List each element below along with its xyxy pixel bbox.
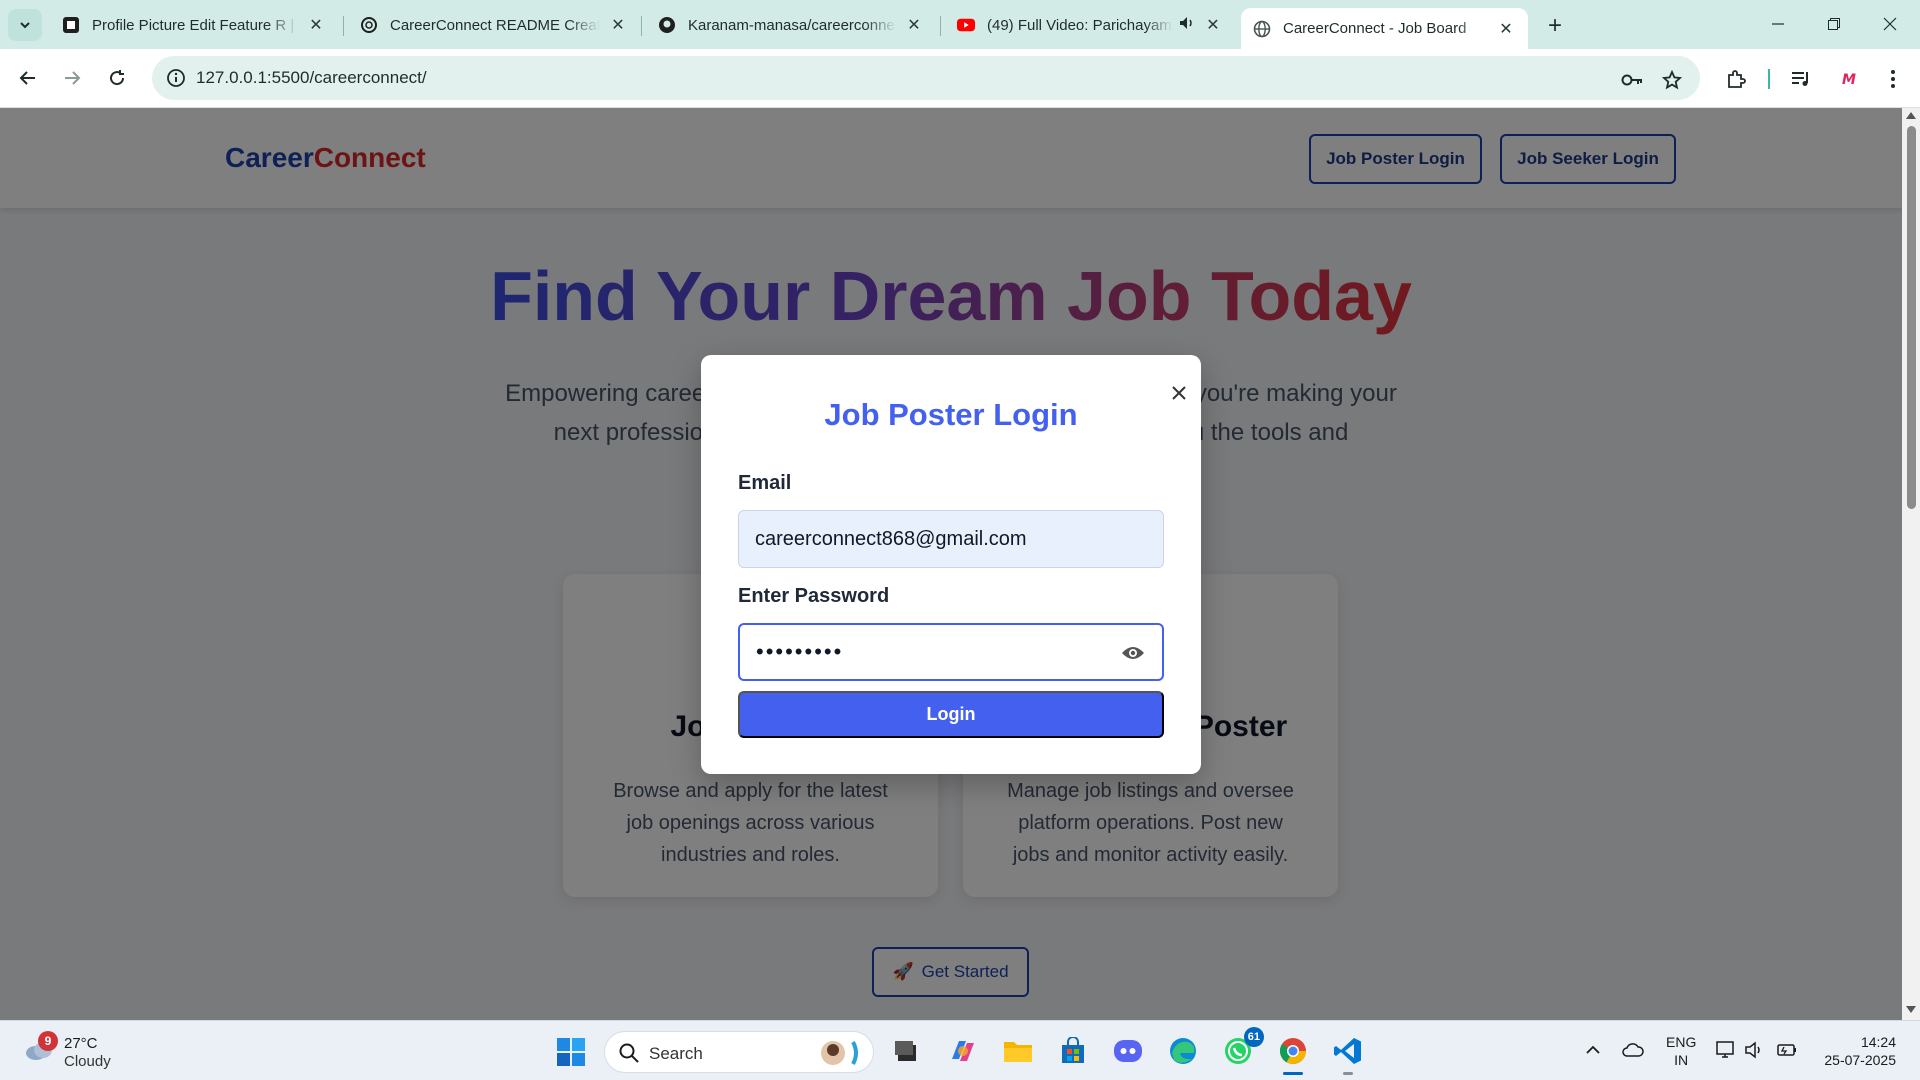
microsoft-store-icon[interactable] [1055, 1033, 1091, 1069]
github-icon [658, 16, 676, 34]
tab-youtube[interactable]: (49) Full Video: Parichayami ✕ [945, 8, 1235, 42]
tab-divider [343, 16, 344, 36]
tab-label: CareerConnect - Job Board [1283, 20, 1467, 37]
password-label: Enter Password [738, 585, 890, 607]
tab-label: CareerConnect README Creatic [390, 16, 600, 34]
tab-label: Profile Picture Edit Feature R | C [92, 16, 298, 34]
page-viewport: CareerConnect Job Poster Login Job Seeke… [0, 108, 1902, 1020]
close-window-button[interactable] [1868, 8, 1912, 40]
back-button[interactable] [12, 62, 44, 94]
search-placeholder: Search [649, 1044, 703, 1063]
taskbar: 9 27°C Cloudy Search 61 ENG IN 14:24 25-… [0, 1020, 1920, 1080]
vscode-icon[interactable] [1330, 1033, 1366, 1075]
language-code: ENG [1666, 1034, 1697, 1050]
job-poster-login-modal: Job Poster Login Email careerconnect868@… [701, 355, 1201, 774]
whatsapp-icon[interactable]: 61 [1220, 1027, 1264, 1069]
arrow-left-icon [19, 71, 35, 85]
svg-text:M: M [1842, 72, 1856, 88]
weather-widget[interactable]: 9 27°C Cloudy [20, 1031, 150, 1073]
tab-search-button[interactable] [8, 9, 42, 41]
site-info-icon[interactable] [166, 68, 186, 88]
system-clock[interactable]: 14:24 25-07-2025 [1816, 1033, 1896, 1069]
close-icon[interactable]: ✕ [1203, 15, 1223, 35]
chatgpt-icon [360, 16, 378, 34]
close-icon[interactable]: ✕ [1496, 19, 1516, 39]
search-highlight-icon [821, 1041, 858, 1065]
tab-divider [940, 16, 941, 36]
eye-icon[interactable] [1120, 643, 1146, 663]
input-language[interactable]: ENG IN [1666, 1033, 1696, 1069]
reload-button[interactable] [101, 62, 133, 94]
region-code: IN [1674, 1052, 1689, 1068]
tab-profile-picture[interactable]: Profile Picture Edit Feature R | C ✕ [50, 8, 338, 42]
login-button[interactable]: Login [738, 691, 1164, 738]
clock-time: 14:24 [1860, 1034, 1896, 1050]
speaker-icon[interactable] [1179, 16, 1195, 34]
tab-label: (49) Full Video: Parichayami [987, 16, 1173, 34]
search-icon [619, 1043, 639, 1063]
onedrive-icon[interactable] [1622, 1039, 1644, 1061]
chevron-down-icon [20, 22, 30, 29]
battery-icon[interactable] [1776, 1039, 1798, 1061]
tab-readme[interactable]: CareerConnect README Creatic ✕ [348, 8, 640, 42]
browser-toolbar: 127.0.0.1:5500/careerconnect/ M [0, 49, 1920, 108]
whatsapp-badge: 61 [1243, 1027, 1264, 1047]
youtube-icon [957, 16, 975, 34]
scroll-down-icon[interactable] [1906, 1006, 1916, 1013]
tab-divider [641, 16, 642, 36]
profile-avatar-icon[interactable]: M [1834, 65, 1862, 93]
discord-icon[interactable] [1110, 1033, 1146, 1069]
modal-title: Job Poster Login [824, 397, 1078, 432]
password-field[interactable]: ••••••••• [738, 623, 1164, 681]
address-bar[interactable]: 127.0.0.1:5500/careerconnect/ [152, 56, 1700, 100]
file-explorer-icon[interactable] [1000, 1033, 1036, 1069]
copilot-icon[interactable] [945, 1033, 981, 1069]
scroll-up-icon[interactable] [1906, 112, 1916, 119]
extensions-icon[interactable] [1722, 65, 1750, 93]
tab-careerconnect[interactable]: CareerConnect - Job Board ✕ [1241, 8, 1528, 49]
active-indicator [1283, 1072, 1303, 1075]
taskbar-search[interactable]: Search [604, 1031, 874, 1073]
toolbar-divider [1768, 69, 1770, 89]
globe-icon [1253, 20, 1271, 38]
url-text[interactable]: 127.0.0.1:5500/careerconnect/ [196, 68, 427, 88]
tab-github[interactable]: Karanam-manasa/careerconnec ✕ [646, 8, 936, 42]
tab-label: Karanam-manasa/careerconnec [688, 16, 896, 34]
browser-tabstrip: Profile Picture Edit Feature R | C ✕ Car… [0, 0, 1920, 49]
reload-icon [110, 70, 125, 86]
scrollbar-thumb[interactable] [1907, 126, 1916, 509]
volume-icon[interactable] [1744, 1039, 1766, 1061]
forward-button[interactable] [56, 62, 88, 94]
network-icon[interactable] [1715, 1039, 1737, 1061]
weather-badge: 9 [38, 1031, 58, 1051]
star-icon[interactable] [1660, 68, 1684, 92]
temperature: 27°C [64, 1035, 98, 1052]
close-icon[interactable]: ✕ [608, 15, 628, 35]
close-icon[interactable]: ✕ [904, 15, 924, 35]
edge-icon[interactable] [1165, 1033, 1201, 1069]
arrow-right-icon [65, 71, 81, 85]
page-icon [62, 16, 80, 34]
clock-date: 25-07-2025 [1824, 1052, 1896, 1068]
chrome-icon[interactable] [1275, 1033, 1311, 1075]
running-indicator [1343, 1072, 1353, 1075]
close-icon[interactable]: ✕ [306, 15, 326, 35]
weather-condition: Cloudy [64, 1053, 111, 1070]
chevron-up-icon[interactable] [1582, 1039, 1604, 1061]
email-label: Email [738, 472, 792, 494]
new-tab-button[interactable]: + [1540, 12, 1570, 40]
task-view-icon[interactable] [889, 1033, 925, 1069]
key-icon[interactable] [1620, 68, 1644, 92]
page-scrollbar[interactable] [1902, 108, 1920, 1020]
media-control-icon[interactable] [1787, 65, 1815, 93]
email-field[interactable]: careerconnect868@gmail.com [738, 510, 1164, 568]
minimize-button[interactable] [1756, 8, 1800, 40]
more-menu-icon[interactable] [1879, 65, 1907, 93]
windows-start-icon[interactable] [556, 1037, 586, 1067]
restore-button[interactable] [1812, 8, 1856, 40]
